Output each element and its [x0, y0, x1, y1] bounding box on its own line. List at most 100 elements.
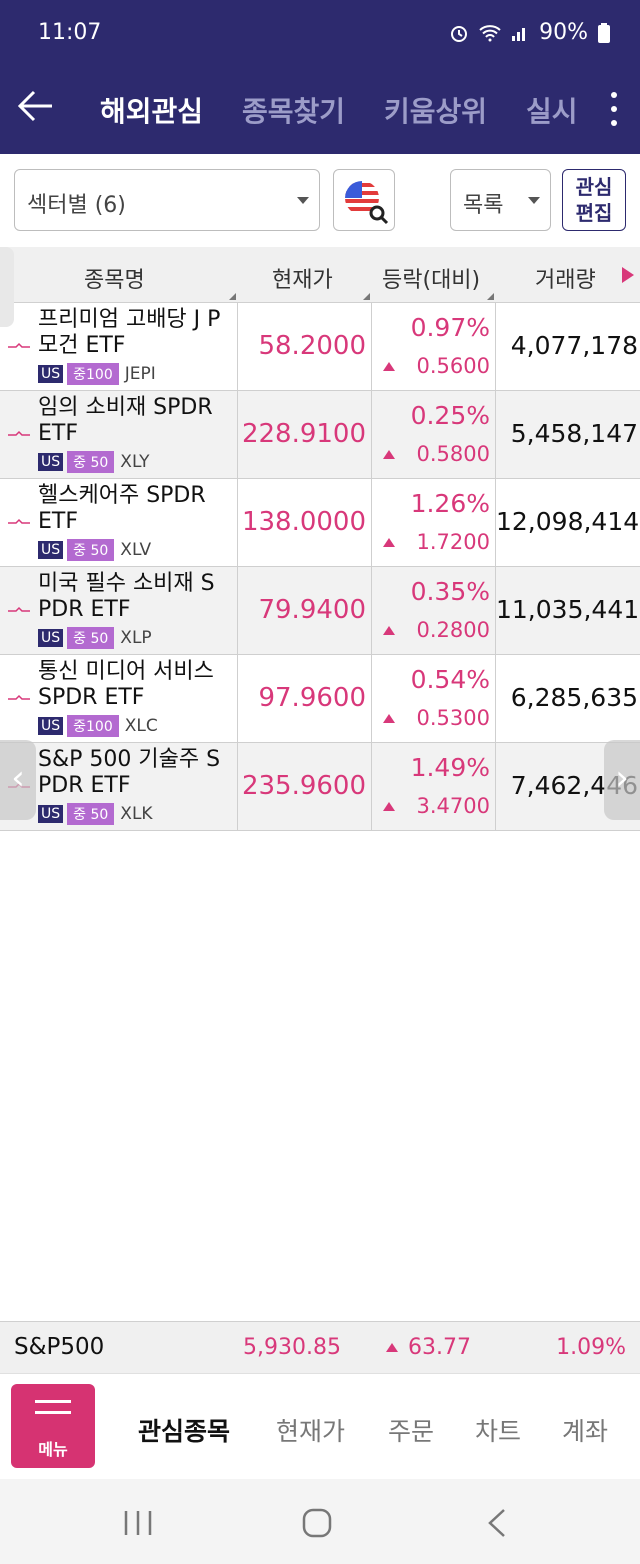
ticker: XLC	[124, 716, 158, 736]
menu-label: 메뉴	[38, 1440, 68, 1459]
app-bar: 해외관심 종목찾기 키움상위 실시	[0, 68, 640, 154]
market-badge: US	[38, 453, 64, 471]
table-row[interactable]: 임의 소비재 SPDR ETF US 중 50 XLY 228.9100 0.2…	[0, 391, 640, 479]
table-row[interactable]: 미국 필수 소비재 S PDR ETF US 중 50 XLP 79.9400 …	[0, 567, 640, 655]
header-name[interactable]: 종목명	[84, 262, 145, 294]
change-percent: 0.54%	[410, 665, 490, 694]
sort-corner-icon	[487, 293, 494, 300]
header-volume[interactable]: 거래량	[535, 262, 596, 294]
system-nav-bar	[0, 1479, 640, 1564]
table-row[interactable]: S&P 500 기술주 S PDR ETF US 중 50 XLK 235.96…	[0, 743, 640, 831]
mini-chart-icon	[8, 518, 30, 524]
edit-button-line2: 편집	[575, 201, 613, 225]
mini-chart-icon	[8, 430, 30, 436]
nav-watchlist[interactable]: 관심종목	[138, 1412, 230, 1448]
stock-badges: US 중 50 XLK	[38, 803, 153, 825]
volume: 12,098,414	[496, 507, 638, 536]
status-bar: 11:07 90%	[0, 0, 640, 68]
volume: 5,458,147	[510, 419, 638, 448]
index-name: S&P500	[14, 1334, 105, 1360]
ticker: XLP	[120, 628, 152, 648]
stock-badges: US 중 50 XLP	[38, 627, 152, 649]
volume: 4,077,178	[510, 331, 638, 360]
header-change[interactable]: 등락(대비)	[382, 262, 480, 294]
stock-name: 프리미엄 고배당 J P모건 ETF	[38, 307, 221, 358]
index-percent: 1.09%	[556, 1335, 626, 1360]
stock-name: 헬스케어주 SPDR ETF	[38, 483, 206, 534]
group-badge: 중 50	[67, 451, 115, 473]
group-badge: 중100	[67, 363, 119, 385]
table-header: 종목명 현재가 등락(대비) 거래량	[0, 247, 640, 303]
nav-current-price[interactable]: 현재가	[276, 1412, 345, 1448]
alarm-icon	[451, 25, 468, 42]
edit-watchlist-button[interactable]: 관심 편집	[562, 169, 626, 231]
ticker: XLK	[120, 804, 153, 824]
table-row[interactable]: 헬스케어주 SPDR ETF US 중 50 XLV 138.0000 1.26…	[0, 479, 640, 567]
change-amount: 0.5300	[416, 706, 490, 730]
stock-name: 통신 미디어 서비스 SPDR ETF	[38, 659, 214, 710]
current-price: 235.9600	[241, 771, 366, 801]
tab-realtime[interactable]: 실시	[526, 90, 578, 130]
tab-kiwoom-top[interactable]: 키움상위	[384, 90, 487, 130]
stock-badges: US 중 50 XLY	[38, 451, 150, 473]
change-amount: 3.4700	[416, 794, 490, 818]
back-arrow-icon[interactable]	[16, 86, 56, 126]
menu-button[interactable]: 메뉴	[11, 1384, 95, 1468]
index-ticker-bar[interactable]: S&P500 5,930.85 63.77 1.09%	[0, 1321, 640, 1373]
change-percent: 1.26%	[410, 489, 490, 518]
hamburger-icon	[35, 1400, 71, 1422]
edit-button-line1: 관심	[575, 175, 613, 199]
table-row[interactable]: 통신 미디어 서비스 SPDR ETF US 중100 XLC 97.9600 …	[0, 655, 640, 743]
recent-apps-icon[interactable]	[122, 1509, 154, 1537]
chevron-right-icon[interactable]: ›	[604, 740, 640, 820]
status-icons: 90%	[449, 20, 610, 45]
change-percent: 0.97%	[410, 313, 490, 342]
us-market-search-button[interactable]	[333, 169, 395, 231]
tab-stock-search[interactable]: 종목찾기	[242, 90, 345, 130]
change-amount: 0.5800	[416, 442, 490, 466]
stock-name: S&P 500 기술주 S PDR ETF	[38, 747, 221, 798]
change-amount: 1.7200	[416, 530, 490, 554]
view-select[interactable]: 목록	[450, 169, 551, 231]
tab-overseas-watchlist[interactable]: 해외관심	[100, 90, 203, 130]
current-price: 97.9600	[258, 683, 366, 713]
wifi-icon	[479, 24, 501, 41]
market-badge: US	[38, 717, 64, 735]
change-percent: 0.25%	[410, 401, 490, 430]
stock-badges: US 중 50 XLV	[38, 539, 151, 561]
change-percent: 0.35%	[410, 577, 490, 606]
up-triangle-icon	[386, 1343, 398, 1352]
table-row[interactable]: 프리미엄 고배당 J P모건 ETF US 중100 JEPI 58.2000 …	[0, 303, 640, 391]
ticker: XLV	[120, 540, 152, 560]
market-badge: US	[38, 541, 64, 559]
current-price: 79.9400	[258, 595, 366, 625]
current-price: 138.0000	[241, 507, 366, 537]
us-flag-search-icon	[345, 181, 389, 225]
stock-name: 미국 필수 소비재 S PDR ETF	[38, 571, 215, 622]
nav-order[interactable]: 주문	[388, 1412, 434, 1448]
scroll-right-icon[interactable]	[622, 267, 634, 283]
volume: 6,285,635	[510, 683, 638, 712]
group-badge: 중 50	[67, 803, 115, 825]
group-select[interactable]: 섹터별 (6)	[14, 169, 320, 231]
back-icon[interactable]	[486, 1508, 508, 1538]
nav-account[interactable]: 계좌	[562, 1412, 608, 1448]
more-options-icon[interactable]	[608, 88, 620, 132]
home-icon[interactable]	[302, 1508, 332, 1538]
market-badge: US	[38, 365, 64, 383]
status-time: 11:07	[38, 20, 102, 45]
stock-badges: US 중100 XLC	[38, 715, 158, 737]
group-badge: 중 50	[67, 627, 115, 649]
volume: 11,035,441	[496, 595, 638, 624]
nav-chart[interactable]: 차트	[475, 1412, 521, 1448]
filter-bar: 섹터별 (6) 목록 관심 편집	[0, 154, 640, 246]
ticker: JEPI	[124, 364, 156, 384]
index-change: 63.77	[408, 1335, 471, 1360]
chevron-left-icon[interactable]: ‹	[0, 740, 36, 820]
header-price[interactable]: 현재가	[272, 262, 333, 294]
battery-percent: 90%	[539, 20, 588, 45]
stock-badges: US 중100 JEPI	[38, 363, 156, 385]
current-price: 228.9100	[241, 419, 366, 449]
side-drawer-handle[interactable]	[0, 247, 14, 327]
mini-chart-icon	[8, 342, 30, 348]
